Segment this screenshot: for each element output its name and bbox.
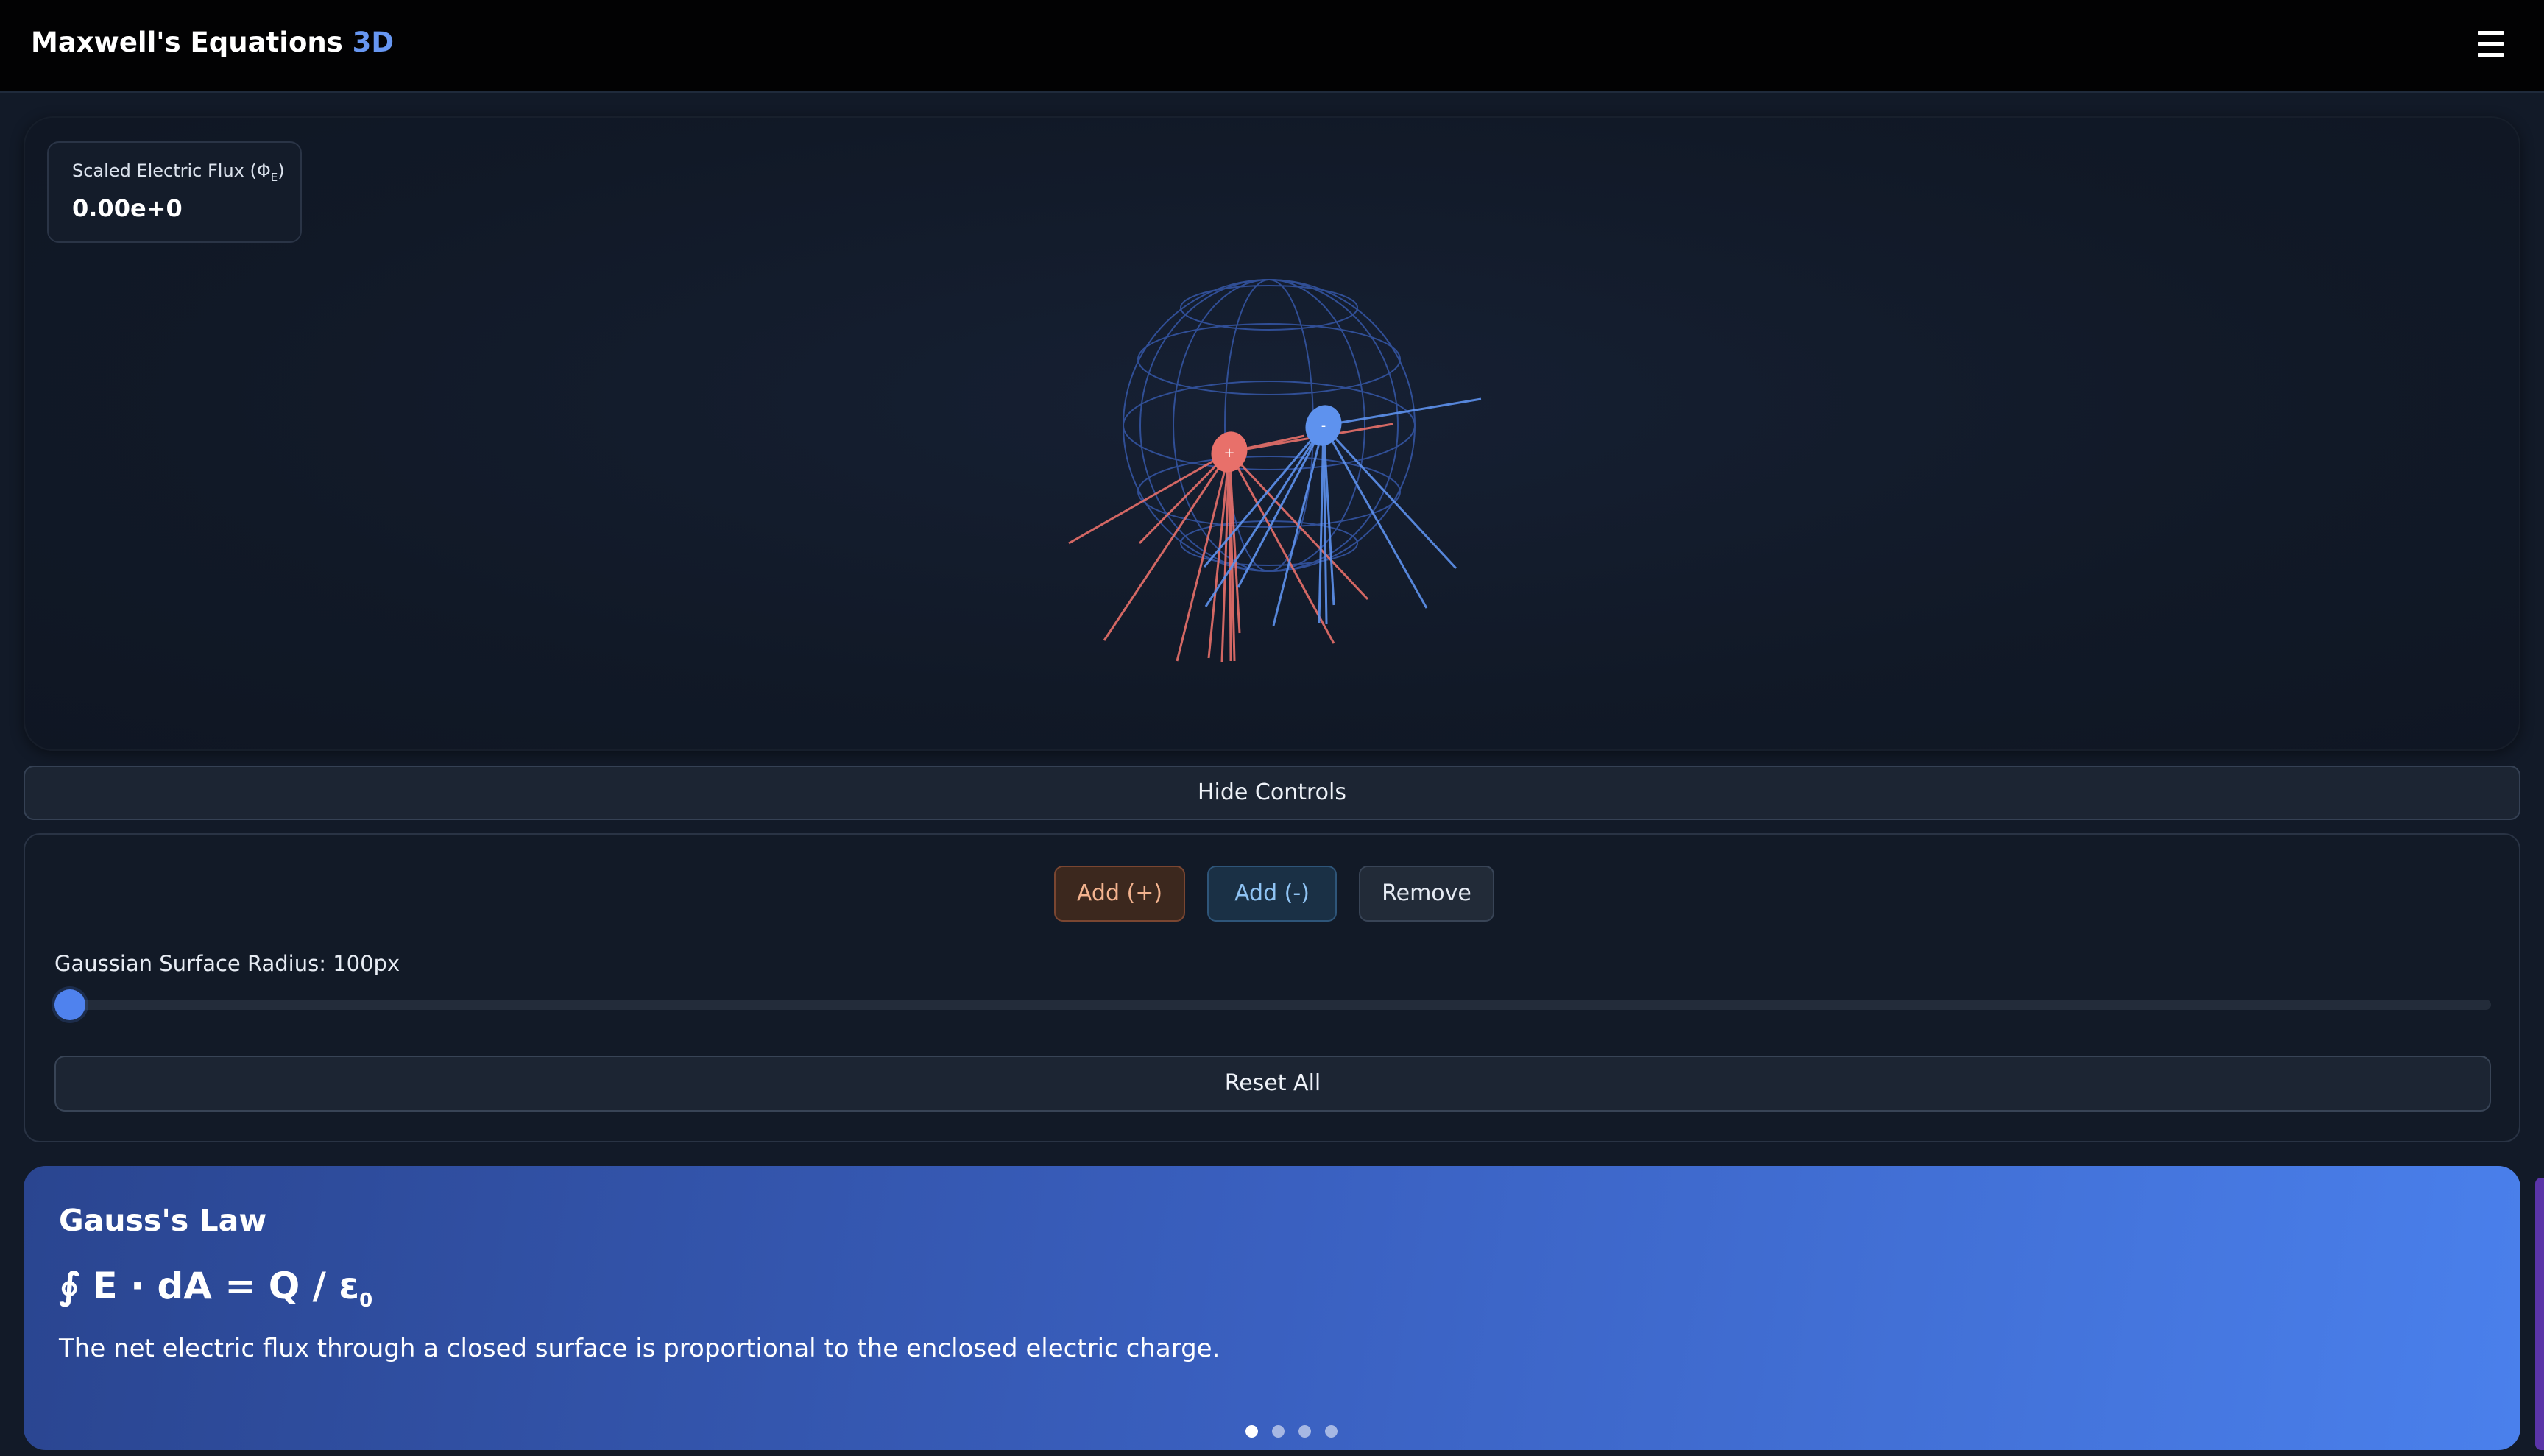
hamburger-menu-icon[interactable] <box>2475 29 2507 59</box>
positive-charge-sign: + <box>1223 445 1234 461</box>
radius-slider-thumb[interactable] <box>54 989 85 1020</box>
radius-slider-track[interactable] <box>54 989 2491 1020</box>
carousel-dot-1[interactable] <box>1246 1425 1258 1438</box>
carousel-dot-4[interactable] <box>1325 1425 1338 1438</box>
app-title: Maxwell's Equations 3D <box>31 26 394 58</box>
simulation-canvas[interactable]: + - Scaled Electric Flux (ΦE) 0.00e+0 <box>24 116 2520 751</box>
flux-label-end: ) <box>278 160 285 181</box>
flux-label: Scaled Electric Flux (ΦE) <box>72 160 285 184</box>
reset-all-button[interactable]: Reset All <box>54 1056 2491 1112</box>
top-bar: Maxwell's Equations 3D <box>0 0 2544 93</box>
app-root: Maxwell's Equations 3D + - Scaled Electr… <box>0 0 2544 1456</box>
next-card-peek[interactable] <box>2535 1178 2544 1450</box>
carousel-dot-3[interactable] <box>1298 1425 1311 1438</box>
menu-bar-bottom <box>2478 53 2504 57</box>
equation-info-card: Gauss's Law ∮ E · dA = Q / ε0 The net el… <box>24 1166 2520 1450</box>
field-scene: + - <box>1068 279 1482 663</box>
add-positive-charge-button[interactable]: Add (+) <box>1054 866 1185 922</box>
menu-bar-top <box>2478 31 2504 35</box>
flux-value: 0.00e+0 <box>72 194 183 222</box>
menu-bar-middle <box>2478 42 2504 46</box>
app-title-text: Maxwell's Equations <box>31 26 343 58</box>
flux-readout-card: Scaled Electric Flux (ΦE) 0.00e+0 <box>47 141 302 243</box>
add-negative-charge-button[interactable]: Add (-) <box>1207 866 1337 922</box>
equation-formula: ∮ E · dA = Q / ε0 <box>59 1265 372 1312</box>
radius-slider-label: Gaussian Surface Radius: 100px <box>54 951 400 976</box>
equation-formula-text: ∮ E · dA = Q / ε <box>59 1265 360 1307</box>
negative-charge-sign: - <box>1321 418 1326 434</box>
remove-charge-button[interactable]: Remove <box>1359 866 1494 922</box>
flux-label-text: Scaled Electric Flux (Φ <box>72 160 271 181</box>
sphere-latitude-1 <box>1137 323 1401 395</box>
carousel-dot-2[interactable] <box>1272 1425 1285 1438</box>
app-title-accent: 3D <box>352 26 395 58</box>
equation-formula-subscript: 0 <box>359 1290 373 1312</box>
equation-description: The net electric flux through a closed s… <box>59 1334 1220 1363</box>
flux-label-subscript: E <box>270 170 278 184</box>
hide-controls-button[interactable]: Hide Controls <box>24 766 2520 820</box>
equation-title: Gauss's Law <box>59 1203 267 1238</box>
controls-panel: Add (+) Add (-) Remove Gaussian Surface … <box>24 833 2520 1142</box>
